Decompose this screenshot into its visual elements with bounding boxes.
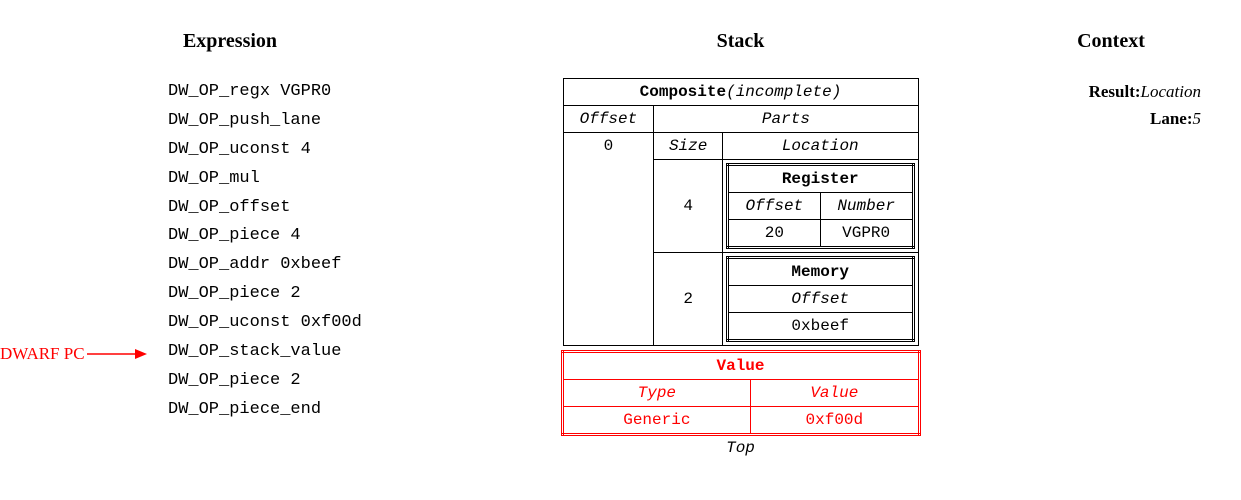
stack-header: Stack (541, 30, 941, 53)
context-lane-row: Lane:5 (1021, 105, 1201, 132)
composite-title-cell: Composite(incomplete) (563, 79, 918, 106)
part-location-cell: Memory Offset 0xbeef (722, 253, 918, 346)
offset-value: 0 (563, 133, 654, 346)
stack-top-label: Top (726, 439, 755, 457)
loc-type: Register (727, 165, 913, 193)
reg-number-val: VGPR0 (820, 220, 913, 248)
result-label: Result: (1089, 82, 1141, 101)
mem-offset-val: 0xbeef (727, 313, 913, 341)
expression-op: DW_OP_mul (168, 165, 460, 194)
parts-header: Parts (654, 106, 918, 133)
value-value-val: 0xf00d (751, 407, 919, 435)
dwarf-pc-marker: DWARF PC (0, 340, 147, 369)
diagram-container: Expression DW_OP_regx VGPR0DW_OP_push_la… (0, 30, 1241, 457)
context-header: Context (1021, 30, 1201, 53)
reg-offset-hdr: Offset (727, 193, 820, 220)
stack-column: Stack Composite(incomplete) Offset Parts… (541, 30, 941, 457)
value-title: Value (562, 352, 919, 380)
reg-number-hdr: Number (820, 193, 913, 220)
expression-list: DW_OP_regx VGPR0DW_OP_push_laneDW_OP_uco… (0, 78, 460, 425)
expression-op: DW_OP_regx VGPR0 (168, 78, 460, 107)
context-result-row: Result:Location (1021, 78, 1201, 105)
part-size: 2 (654, 253, 723, 346)
expression-op: DW_OP_uconst 0xf00d (168, 309, 460, 338)
expression-op: DW_OP_piece 2 (168, 367, 460, 396)
arrow-right-icon (87, 348, 147, 360)
register-location-table: Register Offset Number 20 VGPR0 (726, 163, 915, 249)
value-type-hdr: Type (562, 380, 751, 407)
expression-op: DW_OP_offset (168, 194, 460, 223)
expression-op: DW_OP_piece 2 (168, 280, 460, 309)
lane-value: 5 (1193, 109, 1202, 128)
dwarf-pc-label-text: DWARF PC (0, 340, 85, 369)
size-header: Size (654, 133, 723, 160)
value-type-val: Generic (562, 407, 751, 435)
composite-table: Composite(incomplete) Offset Parts 0 Siz… (563, 78, 919, 346)
part-location-cell: Register Offset Number 20 VGPR0 (722, 160, 918, 253)
loc-type: Memory (727, 258, 913, 286)
lane-label: Lane: (1150, 109, 1193, 128)
offset-header: Offset (563, 106, 654, 133)
stack-content: Composite(incomplete) Offset Parts 0 Siz… (541, 78, 941, 457)
expression-op: DW_OP_push_lane (168, 107, 460, 136)
value-value-hdr: Value (751, 380, 919, 407)
expression-op: DW_OP_addr 0xbeef (168, 251, 460, 280)
result-value: Location (1141, 82, 1201, 101)
expression-column: Expression DW_OP_regx VGPR0DW_OP_push_la… (0, 30, 460, 457)
location-header: Location (722, 133, 918, 160)
part-size: 4 (654, 160, 723, 253)
context-column: Context Result:Location Lane:5 (1021, 30, 1241, 457)
composite-title: Composite (640, 83, 726, 101)
expression-op: DW_OP_piece_end (168, 396, 460, 425)
composite-status: (incomplete) (726, 83, 841, 101)
context-list: Result:Location Lane:5 (1021, 78, 1201, 132)
expression-op: DW_OP_piece 4 (168, 222, 460, 251)
reg-offset-val: 20 (727, 220, 820, 248)
value-table: Value Type Value Generic 0xf00d (561, 350, 921, 436)
mem-offset-hdr: Offset (727, 286, 913, 313)
expression-op: DW_OP_stack_valueDWARF PC (168, 338, 460, 367)
expression-header: Expression (0, 30, 460, 53)
expression-op: DW_OP_uconst 4 (168, 136, 460, 165)
memory-location-table: Memory Offset 0xbeef (726, 256, 915, 342)
